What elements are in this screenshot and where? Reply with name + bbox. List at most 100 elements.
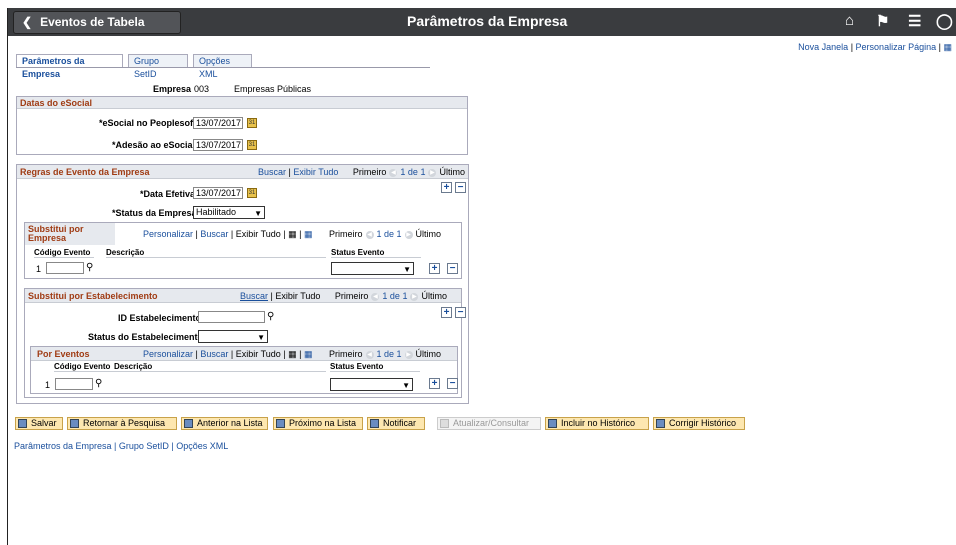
history-icon — [548, 419, 557, 428]
exibir-tudo-link[interactable]: Exibir Tudo — [275, 291, 320, 301]
ultimo-label: Último — [415, 349, 442, 359]
return-search-button[interactable]: Retornar à Pesquisa — [67, 417, 177, 430]
previous-list-button[interactable]: Anterior na Lista — [181, 417, 268, 430]
data-efetiva-input[interactable]: 13/07/2017 — [193, 187, 243, 199]
notify-button[interactable]: Notificar — [367, 417, 425, 430]
next-icon[interactable]: ▶ — [410, 292, 419, 301]
next-icon[interactable]: ▶ — [428, 168, 437, 177]
buscar-link[interactable]: Buscar — [200, 349, 228, 359]
empresa-code: 003 — [194, 84, 210, 94]
personalize-page-link[interactable]: Personalizar Página — [856, 42, 937, 52]
ultimo-label: Último — [439, 167, 465, 177]
personalizar-link[interactable]: Personalizar — [143, 229, 193, 239]
add-row-icon[interactable]: + — [429, 378, 440, 389]
exibir-tudo-link[interactable]: Exibir Tudo — [236, 229, 281, 239]
prev-icon[interactable]: ◀ — [365, 230, 374, 239]
prev-icon[interactable]: ◀ — [365, 350, 374, 359]
back-button[interactable]: ❮ Eventos de Tabela Básica — [13, 11, 181, 50]
codigo-evento-input[interactable] — [55, 378, 93, 390]
add-row-icon[interactable]: + — [441, 307, 452, 318]
row-number: 1 — [36, 264, 42, 274]
status-estabelecimento-select[interactable]: ▼ — [198, 330, 268, 343]
include-history-button[interactable]: Incluir no Histórico — [545, 417, 649, 430]
download-icon[interactable]: ▦ — [304, 229, 313, 239]
esocial-peoplesoft-input[interactable]: 13/07/2017 — [193, 117, 243, 129]
link-opcoes-xml[interactable]: Opções XML — [176, 441, 228, 451]
primeiro-label: Primeiro — [352, 167, 387, 177]
notify-label: Notificar — [383, 418, 417, 428]
status-empresa-label: *Status da Empresa — [112, 208, 197, 218]
search-icon[interactable]: ⚲ — [267, 311, 274, 322]
next-icon[interactable]: ▶ — [404, 350, 413, 359]
top-links: Nova Janela | Personalizar Página | ▦ — [798, 42, 952, 53]
empresa-name: Empresas Públicas — [234, 84, 312, 94]
flag-icon[interactable]: ⚑ — [876, 12, 889, 30]
navbar-icon[interactable]: ◯ — [936, 12, 953, 30]
id-estabelecimento-input[interactable] — [198, 311, 265, 323]
exibir-tudo-link[interactable]: Exibir Tudo — [293, 167, 338, 177]
delete-row-icon[interactable]: − — [455, 307, 466, 318]
menu-icon[interactable]: ☰ — [908, 12, 921, 30]
tab-underline — [16, 67, 430, 68]
search-icon[interactable]: ⚲ — [95, 378, 102, 389]
separator: | — [850, 42, 854, 52]
col-codigo-evento: Código Evento — [54, 362, 114, 372]
save-button[interactable]: Salvar — [15, 417, 63, 430]
link-parametros[interactable]: Parâmetros da Empresa — [14, 441, 112, 451]
help-icon[interactable]: ▦ — [943, 42, 952, 52]
empresa-label: Empresa — [153, 84, 192, 94]
por-eventos-nav: Personalizar | Buscar | Exibir Tudo | ▦ … — [143, 349, 442, 359]
link-grupo-setid[interactable]: Grupo SetID — [119, 441, 169, 451]
save-icon — [18, 419, 27, 428]
prev-icon[interactable]: ◀ — [371, 292, 380, 301]
page-title: Parâmetros da Empresa — [407, 13, 568, 29]
next-list-button[interactable]: Próximo na Lista — [273, 417, 363, 430]
codigo-evento-input[interactable] — [46, 262, 84, 274]
calendar-icon[interactable]: 31 — [247, 140, 257, 150]
col-descricao: Descrição — [106, 248, 326, 258]
update-display-button[interactable]: Atualizar/Consultar — [437, 417, 541, 430]
tab-grupo-setid[interactable]: Grupo SetID — [128, 54, 188, 79]
buscar-link[interactable]: Buscar — [240, 291, 268, 301]
correct-icon — [656, 419, 665, 428]
buscar-link[interactable]: Buscar — [200, 229, 228, 239]
row-number: 1 — [45, 380, 51, 390]
adesao-esocial-input[interactable]: 13/07/2017 — [193, 139, 243, 151]
view-grid-icon[interactable]: ▦ — [288, 229, 297, 239]
buscar-link[interactable]: Buscar — [258, 167, 286, 177]
search-icon[interactable]: ⚲ — [86, 262, 93, 273]
delete-row-icon[interactable]: − — [447, 263, 458, 274]
prev-icon[interactable]: ◀ — [389, 168, 398, 177]
personalizar-link[interactable]: Personalizar — [143, 349, 193, 359]
sub-estab-nav: Buscar | Exibir Tudo Primeiro ◀ 1 de 1 ▶ Últ… — [240, 291, 447, 301]
chevron-down-icon: ▼ — [402, 381, 410, 390]
delete-row-icon[interactable]: − — [455, 182, 466, 193]
status-empresa-select[interactable]: Habilitado ▼ — [193, 206, 265, 219]
home-icon[interactable]: ⌂ — [845, 12, 854, 29]
status-evento-select[interactable]: ▼ — [330, 378, 413, 391]
primeiro-label: Primeiro — [334, 291, 369, 301]
ultimo-label: Último — [421, 291, 447, 301]
download-icon[interactable]: ▦ — [304, 349, 313, 359]
next-icon[interactable]: ▶ — [404, 230, 413, 239]
add-row-icon[interactable]: + — [429, 263, 440, 274]
exibir-tudo-link[interactable]: Exibir Tudo — [236, 349, 281, 359]
range-label: 1 de 1 — [400, 167, 426, 177]
include-history-label: Incluir no Histórico — [561, 418, 636, 428]
primeiro-label: Primeiro — [329, 229, 363, 239]
delete-row-icon[interactable]: − — [447, 378, 458, 389]
status-evento-select[interactable]: ▼ — [331, 262, 414, 275]
calendar-icon[interactable]: 31 — [247, 118, 257, 128]
next-label: Próximo na Lista — [289, 418, 357, 428]
status-estabelecimento-label: Status do Estabelecimento — [88, 332, 204, 342]
view-grid-icon[interactable]: ▦ — [288, 349, 297, 359]
new-window-link[interactable]: Nova Janela — [798, 42, 848, 52]
calendar-icon[interactable]: 31 — [247, 188, 257, 198]
range-label: 1 de 1 — [382, 291, 408, 301]
grid-title: Substitui por Empresa — [25, 223, 115, 245]
correct-history-button[interactable]: Corrigir Histórico — [653, 417, 745, 430]
col-status-evento: Status Evento — [331, 248, 421, 258]
tab-opcoes-xml[interactable]: Opções XML — [193, 54, 252, 79]
add-row-icon[interactable]: + — [441, 182, 452, 193]
tab-parametros[interactable]: Parâmetros da Empresa — [16, 54, 123, 79]
